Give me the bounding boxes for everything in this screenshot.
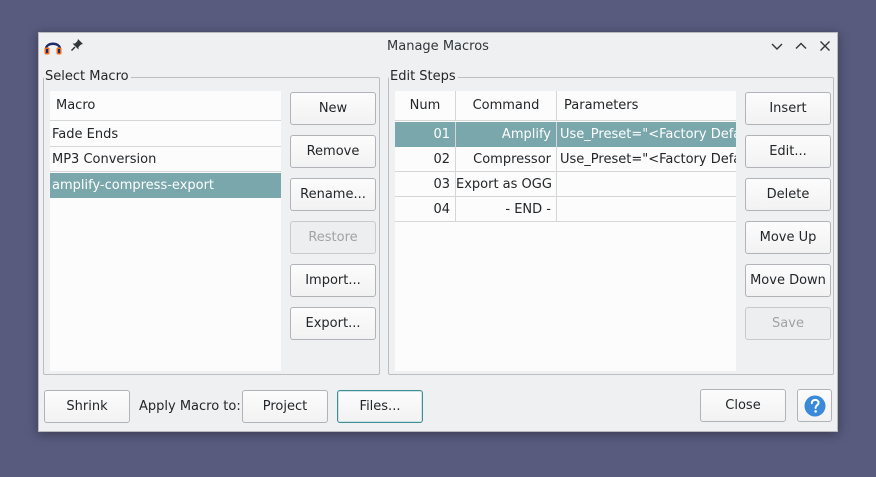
step-parameters: Use_Preset="<Factory Defaults>" — [560, 152, 736, 167]
step-command: - END - — [456, 197, 557, 222]
select-macro-label: Select Macro — [44, 69, 131, 85]
step-num: 01 — [395, 122, 456, 147]
step-row[interactable]: 03 Export as OGG — [395, 172, 736, 197]
window-title: Manage Macros — [387, 39, 489, 54]
step-parameters: Use_Preset="<Factory Defaults>" — [560, 127, 736, 142]
apply-macro-label: Apply Macro to: — [139, 399, 241, 414]
macro-list-item-selected[interactable]: amplify-compress-export — [50, 173, 281, 198]
move-up-button[interactable]: Move Up — [745, 221, 831, 254]
step-row[interactable]: 04 - END - — [395, 197, 736, 222]
steps-list-header: Num Command Parameters — [395, 91, 736, 121]
step-num: 03 — [395, 172, 456, 197]
step-command: Export as OGG — [456, 172, 557, 197]
step-num: 02 — [395, 147, 456, 172]
help-icon — [804, 395, 826, 417]
macro-name: amplify-compress-export — [52, 178, 215, 193]
help-button[interactable] — [797, 389, 832, 422]
rename-macro-button[interactable]: Rename... — [290, 178, 376, 211]
manage-macros-dialog: Manage Macros Select Macro Macro Fade En… — [38, 32, 838, 432]
save-button[interactable]: Save — [745, 307, 831, 340]
step-command: Amplify — [456, 122, 557, 147]
macro-name: Fade Ends — [52, 127, 119, 142]
restore-macro-button[interactable]: Restore — [290, 221, 376, 254]
macro-list-item[interactable]: MP3 Conversion — [50, 147, 281, 172]
step-row[interactable]: 02 Compressor Use_Preset="<Factory Defau… — [395, 147, 736, 172]
edit-step-button[interactable]: Edit... — [745, 135, 831, 168]
macro-list[interactable]: Macro Fade Ends MP3 Conversion amplify-c… — [50, 91, 281, 371]
steps-list[interactable]: Num Command Parameters 01 Amplify Use_Pr… — [395, 91, 736, 371]
move-down-button[interactable]: Move Down — [745, 264, 831, 297]
macro-list-header: Macro — [50, 91, 281, 121]
step-row-selected[interactable]: 01 Amplify Use_Preset="<Factory Defaults… — [395, 122, 736, 147]
delete-step-button[interactable]: Delete — [745, 178, 831, 211]
edit-steps-label: Edit Steps — [389, 69, 458, 85]
maximize-icon[interactable] — [794, 39, 808, 53]
macro-list-item[interactable]: Fade Ends — [50, 122, 281, 147]
step-command: Compressor — [456, 147, 557, 172]
apply-to-project-button[interactable]: Project — [242, 390, 328, 423]
insert-step-button[interactable]: Insert — [745, 92, 831, 125]
step-num: 04 — [395, 197, 456, 222]
export-macro-button[interactable]: Export... — [290, 307, 376, 340]
column-header-command[interactable]: Command — [456, 91, 557, 121]
minimize-icon[interactable] — [770, 39, 784, 53]
remove-macro-button[interactable]: Remove — [290, 135, 376, 168]
column-header-parameters[interactable]: Parameters — [564, 91, 638, 121]
column-header-num[interactable]: Num — [395, 91, 456, 121]
title-bar: Manage Macros — [39, 33, 837, 61]
close-dialog-button[interactable]: Close — [700, 389, 786, 422]
import-macro-button[interactable]: Import... — [290, 264, 376, 297]
apply-to-files-button[interactable]: Files... — [337, 390, 423, 423]
new-macro-button[interactable]: New — [290, 92, 376, 125]
column-header-macro[interactable]: Macro — [56, 91, 95, 121]
macro-name: MP3 Conversion — [52, 152, 157, 167]
shrink-button[interactable]: Shrink — [44, 390, 130, 423]
close-icon[interactable] — [818, 39, 832, 53]
